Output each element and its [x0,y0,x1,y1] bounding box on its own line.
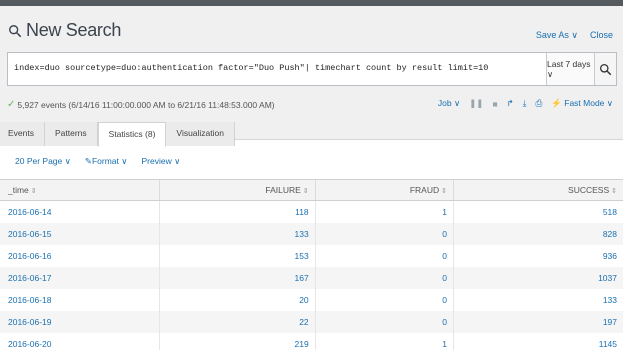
search-header: New Search Save As ∨ Close index=duo sou… [0,6,623,147]
sort-icon: ⇕ [441,188,447,195]
table-row: 2016-06-16 153 0 936 [0,244,623,267]
close-button[interactable]: Close [590,30,613,41]
pencil-icon: ✎ [84,156,92,166]
search-query-input[interactable]: index=duo sourcetype=duo:authentication … [8,53,546,85]
column-header-time[interactable]: _time ⇕ [0,179,160,201]
page-title: New Search [26,20,122,40]
cell-time[interactable]: 2016-06-20 [0,333,160,350]
statistics-toolbar: 20 Per Page ∨ ✎Format ∨ Preview ∨ [15,156,180,167]
cell-fraud[interactable]: 1 [314,200,454,223]
cell-time[interactable]: 2016-06-17 [0,266,160,289]
print-icon[interactable]: ⎙ [535,98,542,109]
time-range-picker[interactable]: Last 7 days ∨ [546,53,594,85]
cell-failure[interactable]: 20 [159,288,316,311]
format-label: Format ∨ [91,156,128,166]
cell-failure[interactable]: 118 [159,200,316,223]
tab-visualization[interactable]: Visualization [166,122,235,146]
stop-icon[interactable]: ■ [492,99,497,109]
table-row: 2016-06-14 118 1 518 [0,200,623,223]
search-bar: index=duo sourcetype=duo:authentication … [7,52,617,86]
tab-statistics[interactable]: Statistics (8) [97,122,167,147]
cell-failure[interactable]: 22 [159,310,316,333]
lightning-icon: ⚡ [551,98,562,108]
job-menu[interactable]: Job ∨ [438,98,460,109]
table-header-row: _time ⇕ FAILURE ⇕ FRAUD ⇕ SUCCESS ⇕ [0,179,623,201]
fast-mode-menu[interactable]: ⚡ Fast Mode ∨ [551,98,613,109]
format-menu[interactable]: ✎Format ∨ [85,156,128,167]
fast-mode-label: Fast Mode ∨ [564,98,613,108]
column-label: FAILURE [265,185,301,195]
column-label: _time [8,185,29,195]
cell-time[interactable]: 2016-06-19 [0,310,160,333]
share-icon[interactable]: ↱ [507,98,514,109]
column-label: FRAUD [409,185,440,195]
check-icon: ✓ [7,99,16,110]
job-toolbar: Job ∨ ❚❚ ■ ↱ ⤓ ⎙ ⚡ Fast Mode ∨ [438,98,613,109]
search-icon [599,63,612,75]
cell-success[interactable]: 518 [452,200,623,223]
cell-fraud[interactable]: 0 [314,266,454,289]
cell-fraud[interactable]: 0 [314,222,454,245]
event-count: 5,927 events (6/14/16 11:00:00.000 AM to… [17,99,275,110]
cell-failure[interactable]: 133 [159,222,316,245]
cell-failure[interactable]: 153 [159,244,316,267]
tab-events[interactable]: Events [0,122,45,146]
sort-icon: ⇕ [302,188,309,195]
table-row: 2016-06-18 20 0 133 [0,288,623,311]
preview-menu[interactable]: Preview ∨ [141,156,180,167]
cell-failure[interactable]: 167 [159,266,316,289]
search-icon [9,24,22,37]
search-button[interactable] [594,53,616,85]
table-row: 2016-06-19 22 0 197 [0,310,623,333]
cell-fraud[interactable]: 1 [314,332,454,350]
cell-time[interactable]: 2016-06-18 [0,289,160,311]
tab-patterns[interactable]: Patterns [45,122,98,146]
cell-success[interactable]: 1037 [452,266,623,289]
table-row: 2016-06-15 133 0 828 [0,222,623,245]
pause-icon[interactable]: ❚❚ [469,98,483,109]
cell-time[interactable]: 2016-06-14 [0,201,160,223]
cell-fraud[interactable]: 0 [314,288,454,311]
title-row: New Search [8,20,121,41]
column-header-failure[interactable]: FAILURE ⇕ [159,179,316,201]
column-header-fraud[interactable]: FRAUD ⇕ [314,179,454,201]
cell-time[interactable]: 2016-06-15 [0,222,160,245]
table-row: 2016-06-17 167 0 1037 [0,266,623,289]
save-as-button[interactable]: Save As ∨ [536,30,578,41]
cell-time[interactable]: 2016-06-16 [0,245,160,267]
statistics-table: _time ⇕ FAILURE ⇕ FRAUD ⇕ SUCCESS ⇕ 2016-06-… [0,179,623,350]
export-icon[interactable]: ⤓ [523,98,527,109]
search-status: ✓ 5,927 events (6/14/16 11:00:00.000 AM … [7,99,275,110]
cell-success[interactable]: 828 [452,222,623,245]
results-tabs: Events Patterns Statistics (8) Visualiza… [0,122,623,147]
cell-fraud[interactable]: 0 [314,244,454,267]
column-header-success[interactable]: SUCCESS ⇕ [452,179,623,201]
cell-success[interactable]: 936 [452,244,623,267]
cell-failure[interactable]: 219 [159,332,316,350]
cell-success[interactable]: 197 [452,310,623,333]
table-row: 2016-06-20 219 1 1145 [0,332,623,350]
column-label: SUCCESS [568,185,610,195]
cell-success[interactable]: 133 [452,288,623,311]
cell-success[interactable]: 1145 [452,332,623,350]
header-actions: Save As ∨ Close [536,30,613,41]
per-page-menu[interactable]: 20 Per Page ∨ [15,156,71,167]
sort-icon: ⇕ [30,188,37,195]
sort-icon: ⇕ [611,188,617,195]
cell-fraud[interactable]: 0 [314,310,454,333]
